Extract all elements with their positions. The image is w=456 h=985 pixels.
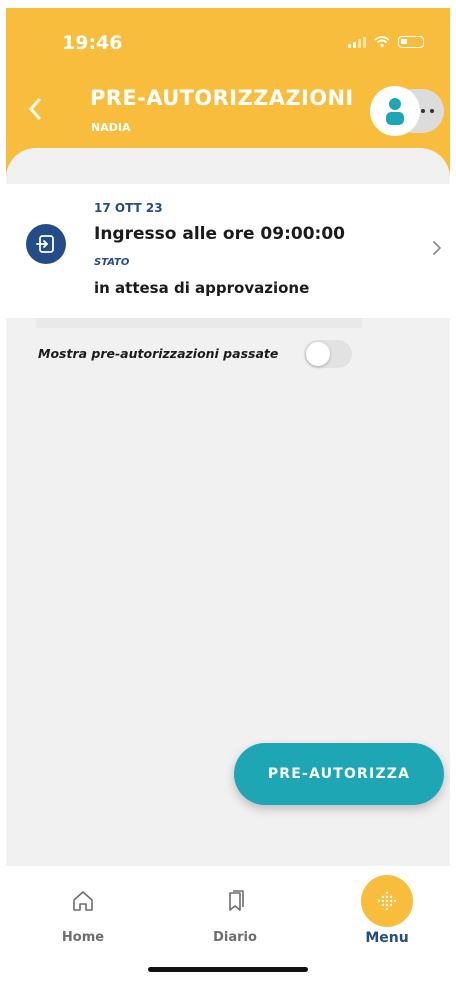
enter-icon: [26, 224, 66, 264]
signal-icon: [348, 36, 366, 48]
page-subtitle: NADIA: [91, 121, 131, 134]
toggle-label: Mostra pre-autorizzazioni passate: [38, 346, 279, 361]
chevron-left-icon: [29, 98, 41, 120]
status-icons: [348, 36, 424, 48]
back-button[interactable]: [20, 94, 50, 124]
avatar[interactable]: [370, 86, 420, 136]
profile-menu[interactable]: [370, 86, 448, 136]
pre-authorize-button[interactable]: PRE-AUTORIZZA: [234, 743, 444, 805]
nav-label-diario: Diario: [213, 930, 257, 945]
nav-item-diario[interactable]: Diario: [180, 876, 290, 956]
card-state-value: in attesa di approvazione: [94, 279, 310, 297]
user-icon: [386, 98, 404, 125]
bookmarks-icon: [229, 890, 244, 911]
show-past-toggle[interactable]: [304, 340, 352, 368]
card-date: 17 OTT 23: [94, 201, 163, 215]
wifi-icon: [374, 36, 390, 48]
chevron-right-icon: [433, 241, 441, 255]
grid-dots-icon: [361, 875, 413, 927]
page-title: PRE-AUTORIZZAZIONI: [90, 86, 354, 110]
preauthorization-card[interactable]: 17 OTT 23 Ingresso alle ore 09:00:00 STA…: [6, 184, 450, 318]
nav-label-home: Home: [61, 930, 105, 945]
home-indicator[interactable]: [148, 967, 308, 972]
card-title: Ingresso alle ore 09:00:00: [94, 224, 345, 244]
toggle-knob: [306, 342, 330, 366]
app-screen: 19:46 PRE-AUTORIZZAZIONI NADIA 17 OTT 23…: [6, 8, 450, 978]
card-state-label: STATO: [94, 257, 130, 268]
nav-item-home[interactable]: Home: [28, 876, 138, 956]
battery-icon: [398, 36, 424, 48]
nav-label-menu: Menu: [365, 930, 409, 946]
nav-item-menu[interactable]: Menu: [332, 875, 442, 956]
bottom-nav: Home Diario Menu: [6, 866, 450, 978]
home-icon: [73, 891, 93, 911]
status-time: 19:46: [62, 32, 123, 54]
card-divider: [36, 318, 362, 328]
